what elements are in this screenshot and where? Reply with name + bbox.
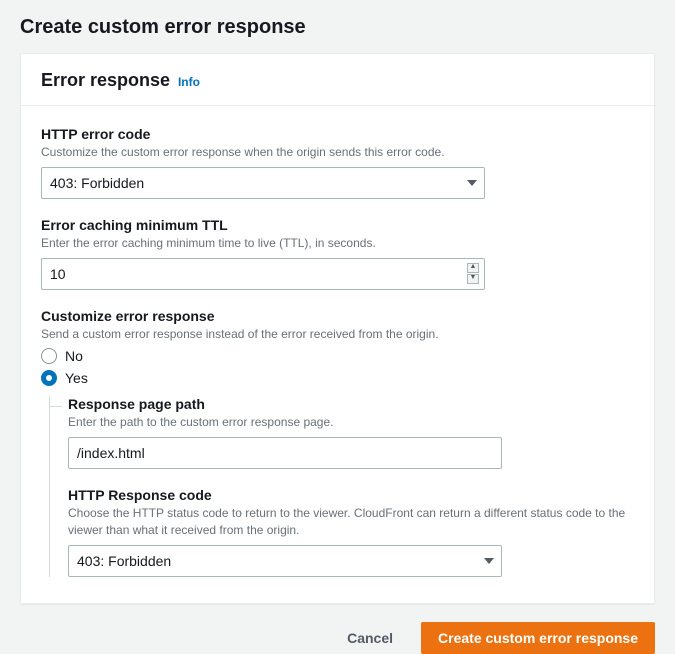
response-path-input[interactable]	[68, 437, 502, 469]
radio-checked-icon	[41, 370, 57, 386]
response-path-hint: Enter the path to the custom error respo…	[68, 414, 634, 431]
http-error-code-label: HTTP error code	[41, 126, 634, 142]
ttl-step-down[interactable]: ▼	[467, 274, 479, 284]
http-error-code-hint: Customize the custom error response when…	[41, 144, 634, 161]
customize-no-label: No	[65, 348, 83, 364]
http-error-code-select[interactable]: 403: Forbidden	[41, 167, 485, 199]
response-path-field: Response page path Enter the path to the…	[68, 396, 634, 469]
http-error-code-field: HTTP error code Customize the custom err…	[41, 126, 634, 199]
ttl-input[interactable]	[41, 258, 485, 290]
radio-unchecked-icon	[41, 348, 57, 364]
customize-radio-yes[interactable]: Yes	[41, 370, 634, 386]
response-code-hint: Choose the HTTP status code to return to…	[68, 505, 634, 539]
ttl-hint: Enter the error caching minimum time to …	[41, 235, 634, 252]
panel-title: Error response	[41, 70, 170, 90]
panel-body: HTTP error code Customize the custom err…	[21, 106, 654, 603]
response-path-label: Response page path	[68, 396, 634, 412]
customize-field: Customize error response Send a custom e…	[41, 308, 634, 577]
create-button[interactable]: Create custom error response	[421, 622, 655, 654]
response-code-value: 403: Forbidden	[77, 553, 171, 569]
customize-label: Customize error response	[41, 308, 634, 324]
customize-yes-label: Yes	[65, 370, 88, 386]
footer-actions: Cancel Create custom error response	[20, 622, 655, 654]
customize-hint: Send a custom error response instead of …	[41, 326, 634, 343]
panel-header: Error response Info	[21, 54, 654, 106]
response-code-field: HTTP Response code Choose the HTTP statu…	[68, 487, 634, 577]
response-code-select[interactable]: 403: Forbidden	[68, 545, 502, 577]
ttl-field: Error caching minimum TTL Enter the erro…	[41, 217, 634, 290]
customize-radio-no[interactable]: No	[41, 348, 634, 364]
ttl-step-up[interactable]: ▲	[467, 263, 479, 273]
error-response-panel: Error response Info HTTP error code Cust…	[20, 53, 655, 604]
customize-yes-subsection: Response page path Enter the path to the…	[49, 396, 634, 576]
info-link[interactable]: Info	[178, 75, 200, 89]
page-title: Create custom error response	[20, 16, 655, 39]
ttl-stepper: ▲ ▼	[467, 262, 481, 286]
cancel-button[interactable]: Cancel	[331, 622, 409, 654]
ttl-label: Error caching minimum TTL	[41, 217, 634, 233]
http-error-code-value: 403: Forbidden	[50, 175, 144, 191]
response-code-label: HTTP Response code	[68, 487, 634, 503]
